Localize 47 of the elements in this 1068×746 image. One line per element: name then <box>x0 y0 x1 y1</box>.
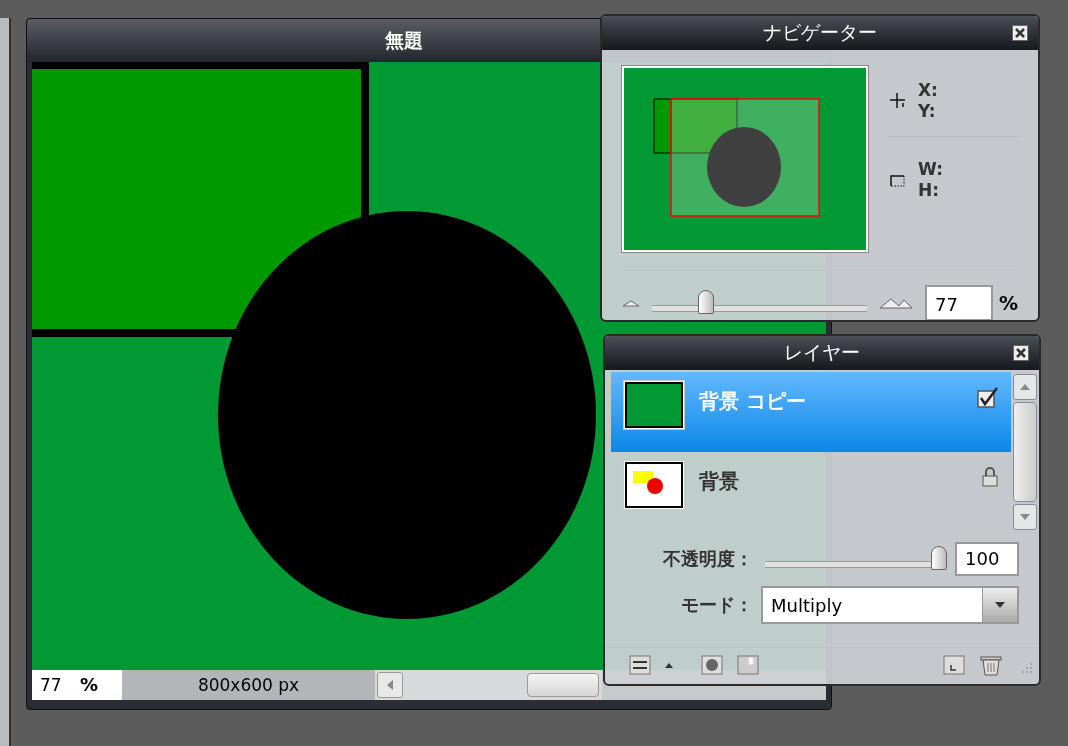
layer-thumbnail <box>623 380 685 430</box>
layer-name: 背景 コピー <box>699 388 807 415</box>
close-icon[interactable] <box>1012 25 1028 41</box>
panel-title: レイヤー <box>784 340 860 365</box>
effects-icon[interactable] <box>737 655 759 675</box>
slider-thumb[interactable] <box>697 290 714 314</box>
zoom-in-icon[interactable] <box>878 297 913 309</box>
layer-row[interactable]: 背景 <box>611 452 1011 532</box>
close-icon[interactable] <box>1013 345 1029 361</box>
x-label: X: <box>918 80 938 101</box>
scroll-up-button[interactable] <box>1013 374 1037 400</box>
zoom-unit: % <box>80 670 122 700</box>
opacity-label: 不透明度： <box>662 547 753 571</box>
crosshair-icon <box>888 91 908 111</box>
scroll-left-button[interactable] <box>377 672 403 698</box>
lock-icon <box>981 466 999 488</box>
image-size-label: 800x600 px <box>122 670 375 700</box>
scroll-down-button[interactable] <box>1013 504 1037 530</box>
layer-thumbnail <box>623 460 685 510</box>
new-layer-icon[interactable] <box>943 655 965 675</box>
scroll-thumb[interactable] <box>1013 402 1037 502</box>
left-arrow-icon <box>386 679 394 691</box>
layer-options-icon[interactable] <box>629 655 651 675</box>
window-title: 無題 <box>385 27 423 53</box>
zoom-unit: % <box>998 292 1018 314</box>
mode-dropdown[interactable]: Multiply <box>761 586 1019 624</box>
mode-label: モード： <box>680 593 753 617</box>
visibility-checkbox[interactable] <box>977 386 999 408</box>
vertical-scrollbar[interactable] <box>1011 372 1039 532</box>
zoom-value[interactable]: 77 <box>32 670 80 700</box>
w-label: W: <box>918 159 944 180</box>
zoom-out-icon[interactable] <box>622 299 640 307</box>
h-label: H: <box>918 180 941 201</box>
mask-icon[interactable] <box>701 655 723 675</box>
layer-name: 背景 <box>699 468 740 495</box>
caret-icon <box>994 601 1006 609</box>
y-label: Y: <box>918 101 937 122</box>
up-arrow-icon <box>1019 383 1031 391</box>
panel-title: ナビゲーター <box>763 20 877 45</box>
trash-icon[interactable] <box>979 654 1003 676</box>
down-arrow-icon <box>1019 513 1031 521</box>
scroll-thumb[interactable] <box>527 673 599 697</box>
horizontal-scrollbar[interactable] <box>375 670 602 700</box>
slider-thumb[interactable] <box>931 546 947 570</box>
zoom-input[interactable]: 77 <box>924 285 993 320</box>
caret-icon[interactable] <box>665 662 673 668</box>
opacity-input[interactable]: 100 <box>955 542 1019 576</box>
